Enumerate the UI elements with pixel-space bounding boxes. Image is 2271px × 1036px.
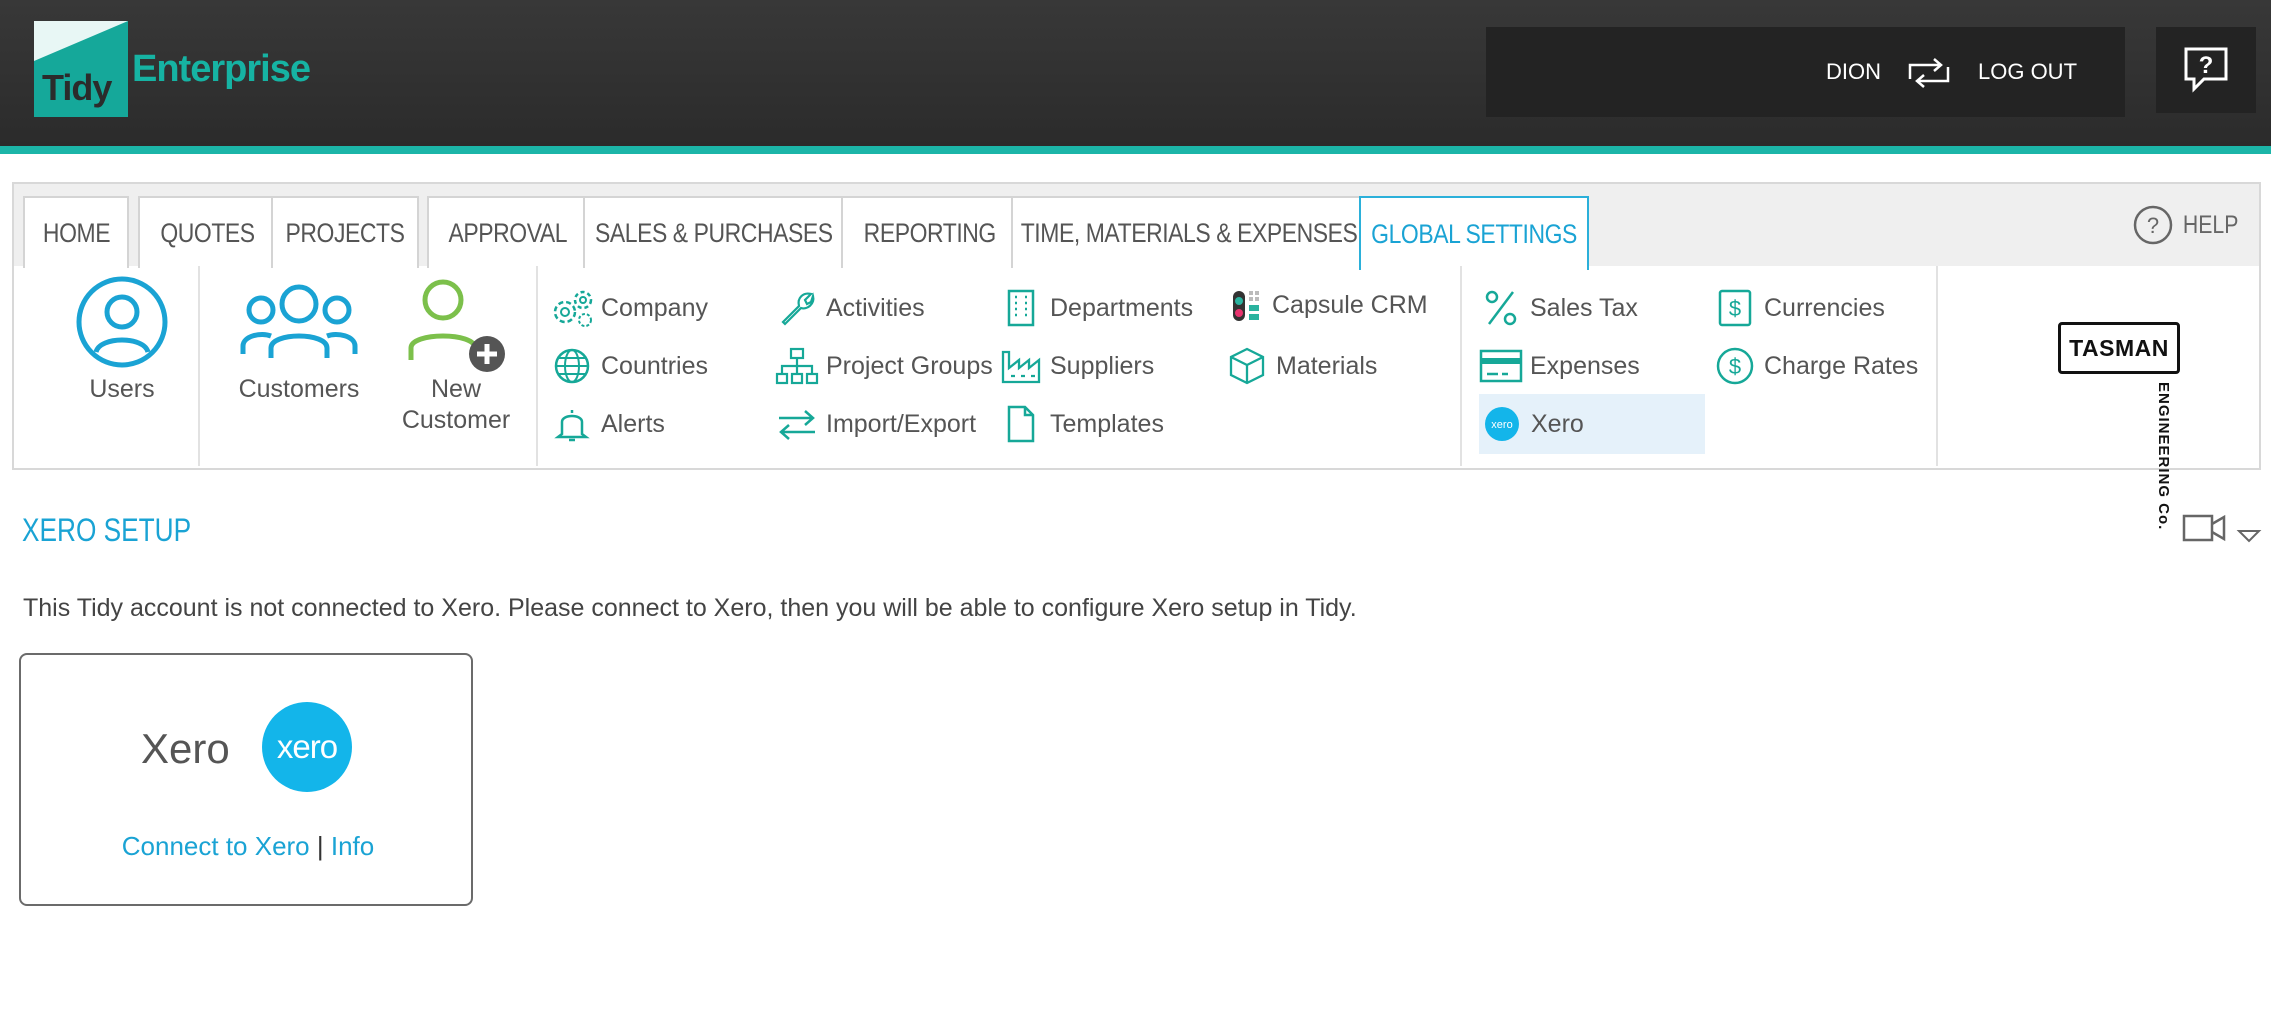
menu-departments[interactable]: Departments bbox=[998, 283, 1193, 333]
tab-home[interactable]: HOME bbox=[23, 196, 129, 268]
svg-text:?: ? bbox=[2147, 213, 2159, 238]
hierarchy-icon bbox=[774, 343, 820, 389]
menu-expenses[interactable]: Expenses bbox=[1478, 341, 1640, 391]
menu-import-export[interactable]: Import/Export bbox=[774, 399, 976, 449]
top-header: Tidy Enterprise DION LOG OUT ? bbox=[0, 0, 2271, 146]
capsule-crm-icon bbox=[1224, 282, 1270, 328]
dollar-circle-icon: $ bbox=[1712, 343, 1758, 389]
gears-icon bbox=[549, 285, 595, 331]
customers-group-icon bbox=[240, 284, 358, 358]
settings-menu: Users Customers New Customer Company Cou… bbox=[14, 266, 2259, 530]
menu-suppliers[interactable]: Suppliers bbox=[998, 341, 1154, 391]
transfer-arrows-icon bbox=[774, 401, 820, 447]
logo-word-enterprise: Enterprise bbox=[132, 47, 311, 90]
logout-button[interactable]: LOG OUT bbox=[1978, 59, 2077, 85]
svg-text:xero: xero bbox=[1491, 419, 1512, 431]
tab-sales-purchases[interactable]: SALES & PURCHASES bbox=[583, 196, 845, 268]
logo-mark: Tidy bbox=[34, 21, 128, 117]
swap-arrows-icon[interactable] bbox=[1904, 53, 1954, 93]
connect-to-xero-link[interactable]: Connect to Xero bbox=[122, 831, 310, 861]
link-separator: | bbox=[316, 831, 324, 861]
add-user-icon bbox=[408, 279, 505, 372]
tab-time-materials-expenses[interactable]: TIME, MATERIALS & EXPENSES bbox=[1011, 196, 1367, 268]
bell-icon bbox=[549, 401, 595, 447]
user-panel: DION LOG OUT bbox=[1486, 27, 2125, 117]
tab-approval[interactable]: APPROVAL bbox=[427, 196, 589, 268]
users-item[interactable]: Users bbox=[42, 274, 202, 405]
new-customer-item[interactable]: New Customer bbox=[376, 274, 536, 436]
menu-activities[interactable]: Activities bbox=[774, 283, 925, 333]
chevron-down-icon[interactable] bbox=[2236, 528, 2262, 544]
tab-global-settings[interactable]: GLOBAL SETTINGS bbox=[1359, 196, 1589, 270]
new-customer-label-line1: New bbox=[430, 375, 481, 403]
percent-icon bbox=[1478, 285, 1524, 331]
currency-note-icon: $ bbox=[1712, 285, 1758, 331]
svg-text:$: $ bbox=[1729, 354, 1741, 379]
users-label: Users bbox=[89, 375, 155, 403]
xero-logo-icon: xero bbox=[262, 702, 352, 792]
document-icon bbox=[998, 401, 1044, 447]
menu-sales-tax[interactable]: Sales Tax bbox=[1478, 283, 1638, 333]
user-circle-icon bbox=[76, 276, 168, 368]
tidy-enterprise-logo[interactable]: Tidy Enterprise bbox=[34, 21, 311, 117]
logo-word-tidy: Tidy bbox=[42, 67, 112, 108]
menu-countries[interactable]: Countries bbox=[549, 341, 708, 391]
factory-icon bbox=[998, 343, 1044, 389]
help-button[interactable]: ? bbox=[2156, 27, 2256, 113]
wrench-icon bbox=[774, 285, 820, 331]
menu-currencies[interactable]: $ Currencies bbox=[1712, 283, 1885, 333]
main-nav-panel: HOME QUOTES PROJECTS APPROVAL SALES & PU… bbox=[12, 182, 2261, 530]
tasman-logo: TASMAN bbox=[2058, 322, 2180, 374]
question-circle-icon: ? bbox=[2133, 205, 2172, 245]
tab-quotes[interactable]: QUOTES bbox=[138, 196, 278, 268]
cube-icon bbox=[1224, 343, 1270, 389]
help-link[interactable]: ? HELP bbox=[2132, 204, 2243, 246]
help-speech-bubble-icon: ? bbox=[2184, 47, 2228, 93]
not-connected-message: This Tidy account is not connected to Xe… bbox=[23, 594, 1357, 622]
svg-text:$: $ bbox=[1729, 296, 1741, 321]
xero-info-link[interactable]: Info bbox=[331, 831, 374, 861]
xero-connect-card: Xero xero Connect to Xero | Info bbox=[19, 653, 473, 906]
credit-card-icon bbox=[1478, 343, 1524, 389]
xero-small-icon: xero bbox=[1479, 401, 1525, 447]
xero-card-links: Connect to Xero | Info bbox=[21, 831, 475, 862]
header-accent-strip bbox=[0, 146, 2271, 154]
menu-xero[interactable]: xero Xero bbox=[1479, 394, 1705, 454]
menu-alerts[interactable]: Alerts bbox=[549, 399, 665, 449]
menu-project-groups[interactable]: Project Groups bbox=[774, 341, 993, 391]
new-customer-label-line2: Customer bbox=[401, 406, 511, 434]
video-camera-icon[interactable] bbox=[2182, 512, 2228, 544]
menu-materials[interactable]: Materials bbox=[1224, 341, 1377, 391]
menu-charge-rates[interactable]: $ Charge Rates bbox=[1712, 341, 1918, 391]
customers-label: Customers bbox=[238, 375, 360, 403]
globe-icon bbox=[549, 343, 595, 389]
tasman-logo-subtitle: ENGINEERING Co. bbox=[2155, 382, 2172, 531]
xero-card-name: Xero bbox=[141, 725, 230, 772]
menu-capsule-crm[interactable]: Capsule CRM bbox=[1224, 283, 1428, 327]
menu-company[interactable]: Company bbox=[549, 283, 708, 333]
building-icon bbox=[998, 285, 1044, 331]
user-name[interactable]: DION bbox=[1826, 59, 1881, 85]
tab-projects[interactable]: PROJECTS bbox=[271, 196, 419, 268]
customers-item[interactable]: Customers bbox=[214, 274, 384, 405]
svg-text:?: ? bbox=[2199, 52, 2214, 79]
menu-templates[interactable]: Templates bbox=[998, 399, 1164, 449]
tab-reporting[interactable]: REPORTING bbox=[841, 196, 1019, 268]
page-title: XERO SETUP bbox=[22, 512, 192, 548]
tab-bar: HOME QUOTES PROJECTS APPROVAL SALES & PU… bbox=[14, 184, 2259, 270]
